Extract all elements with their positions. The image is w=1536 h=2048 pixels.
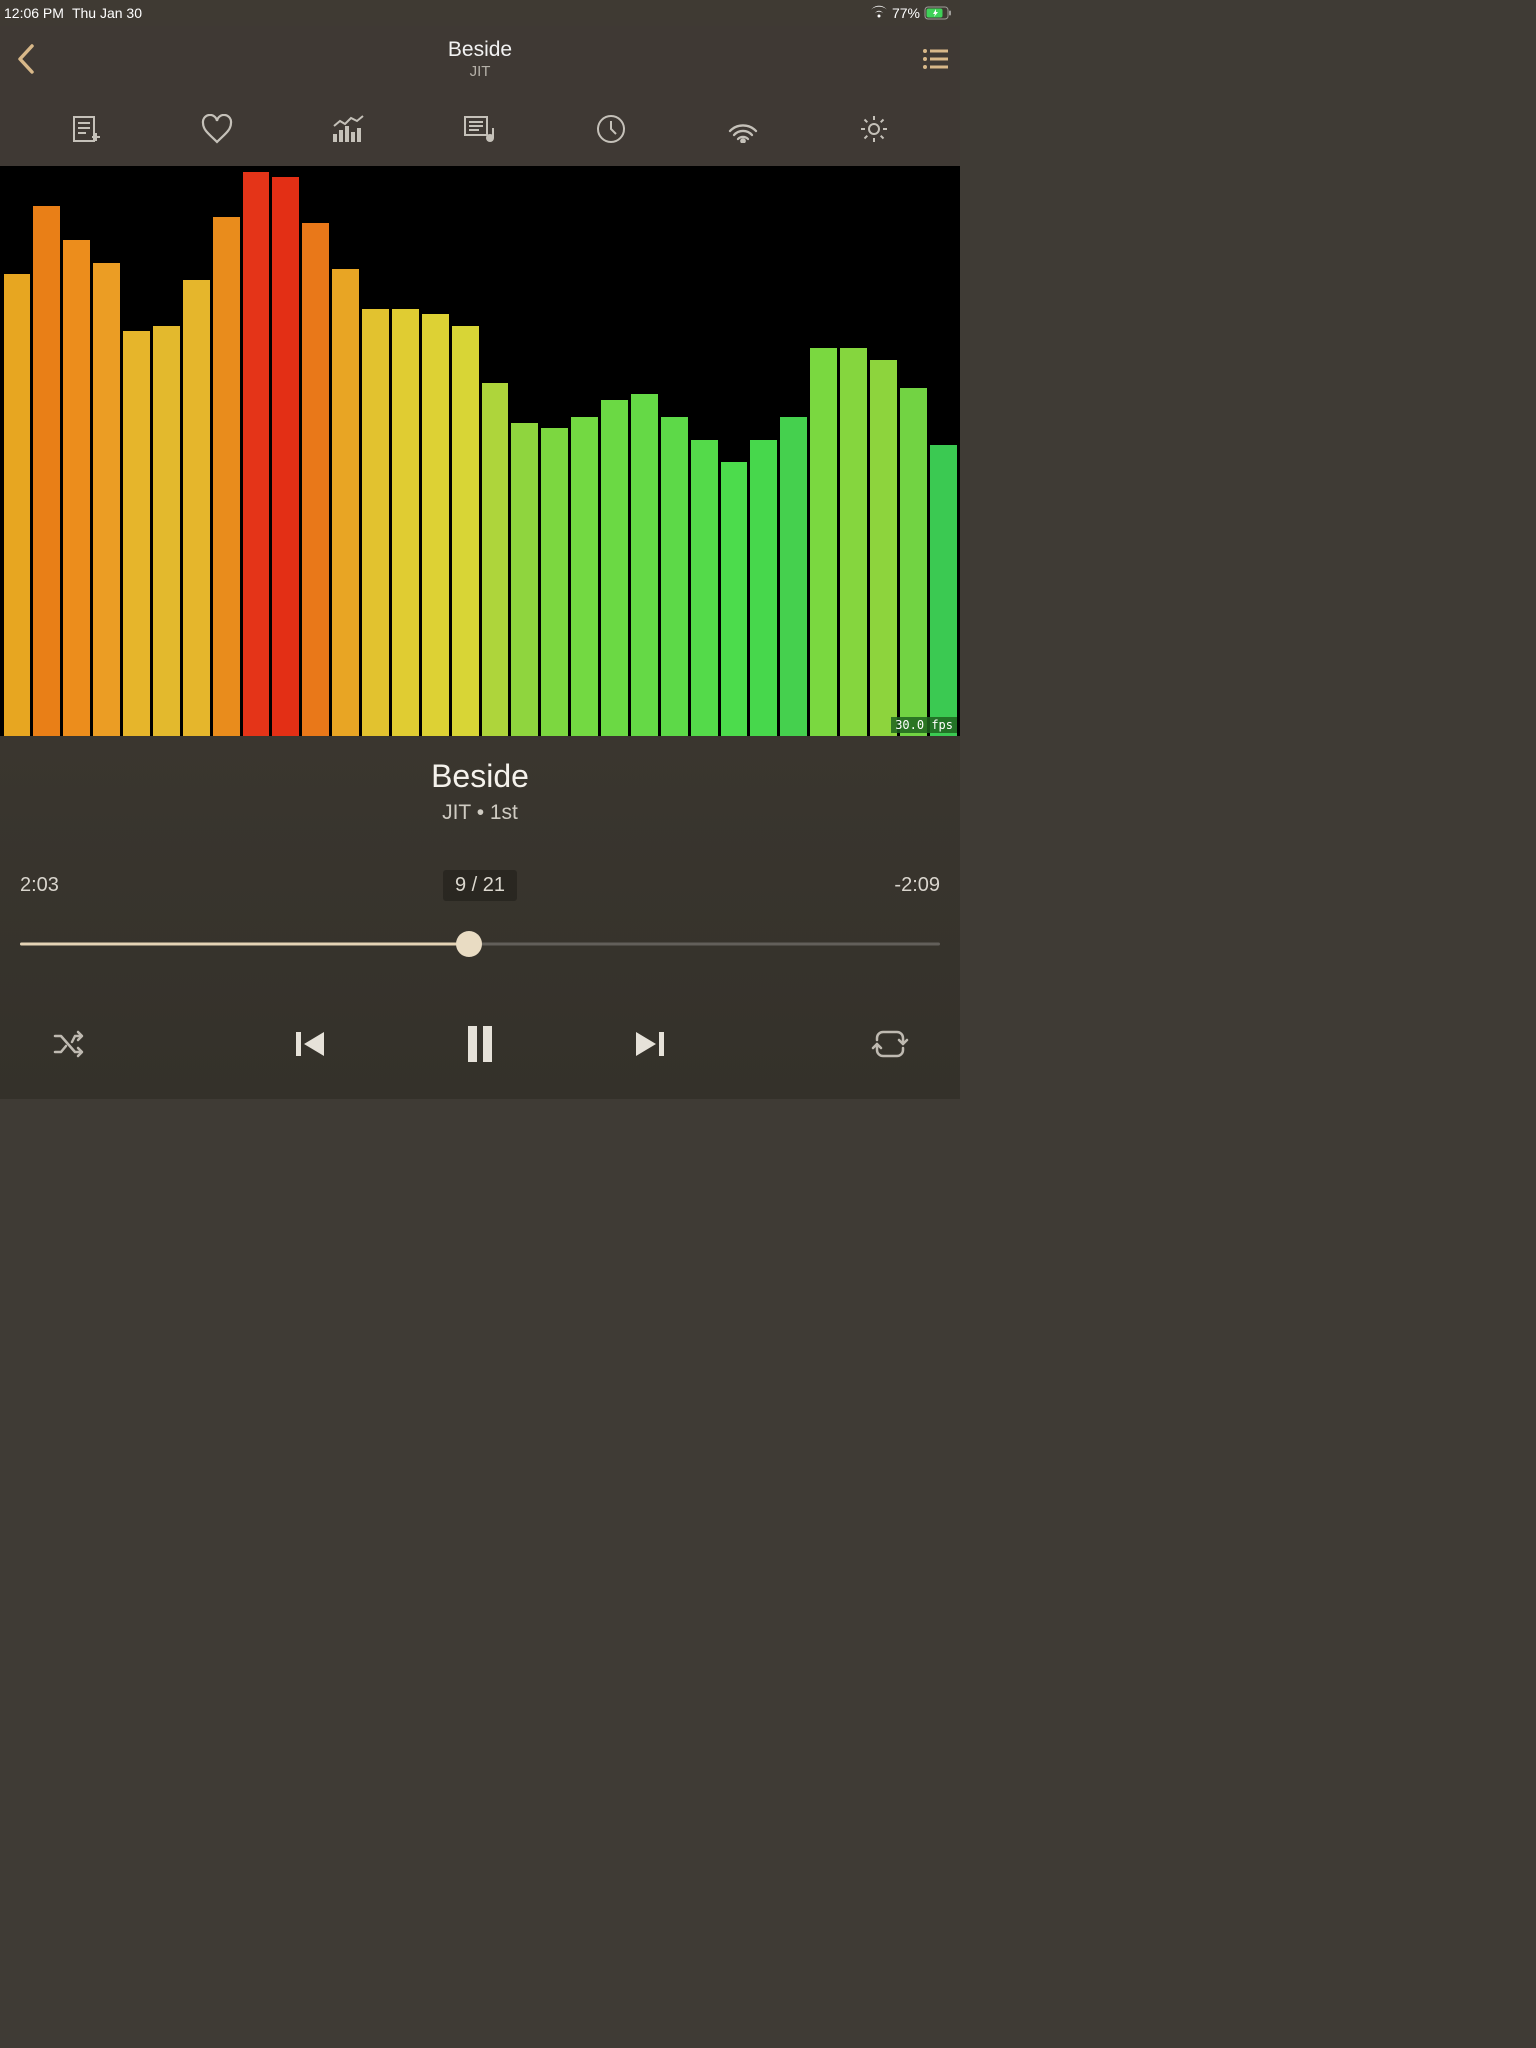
favorite-button[interactable] [192, 104, 242, 154]
visualizer-bar [302, 223, 329, 736]
visualizer-bar [93, 263, 120, 736]
status-time: 12:06 PM [4, 5, 64, 21]
visualizer-bar [721, 462, 748, 736]
previous-button[interactable] [265, 1009, 355, 1079]
visualizer-bar [930, 445, 957, 736]
battery-percent: 77% [892, 5, 920, 21]
header-track-title: Beside [448, 38, 512, 62]
toolbar [0, 91, 960, 166]
fps-counter: 30.0 fps [891, 717, 957, 733]
visualizer-bar [123, 331, 150, 736]
visualizer-bar [870, 360, 897, 736]
queue-button[interactable] [910, 36, 960, 81]
track-subtitle: JIT • 1st [20, 801, 940, 825]
visualizer-bar [631, 394, 658, 736]
visualizer-bar [661, 417, 688, 736]
shuffle-button[interactable] [35, 1014, 105, 1074]
visualizer-bar [183, 280, 210, 736]
visualizer-bar [4, 274, 31, 736]
visualizer-bar [243, 172, 270, 736]
visualizer-bar [332, 269, 359, 736]
visualizer-bar [272, 177, 299, 736]
visualizer-bar [392, 309, 419, 737]
track-title: Beside [20, 758, 940, 795]
header: Beside JIT [0, 26, 960, 91]
visualizer-bar [750, 440, 777, 736]
time-elapsed: 2:03 [20, 874, 140, 897]
track-counter[interactable]: 9 / 21 [443, 870, 517, 901]
playback-controls [20, 999, 940, 1099]
sleep-timer-button[interactable] [586, 104, 636, 154]
settings-button[interactable] [849, 104, 899, 154]
status-bar: 12:06 PM Thu Jan 30 77% [0, 0, 960, 26]
visualizer-bar [780, 417, 807, 736]
add-to-playlist-button[interactable] [61, 104, 111, 154]
visualizer-bar [571, 417, 598, 736]
wifi-icon [870, 5, 888, 21]
visualizer-bar [482, 383, 509, 736]
visualizer-bar [362, 309, 389, 737]
time-remaining: -2:09 [820, 874, 940, 897]
repeat-button[interactable] [855, 1014, 925, 1074]
airplay-button[interactable] [718, 104, 768, 154]
now-playing-panel: Beside JIT • 1st 2:03 9 / 21 -2:09 [0, 736, 960, 1099]
visualizer-bar [511, 423, 538, 737]
visualizer-bar [422, 314, 449, 736]
visualizer-bar [63, 240, 90, 736]
visualizer-bar [691, 440, 718, 736]
back-button[interactable] [0, 36, 50, 81]
visualizer-bar [840, 348, 867, 736]
visualizer-bar [810, 348, 837, 736]
visualizer-bar [601, 400, 628, 736]
visualizer-bar [153, 326, 180, 736]
header-title: Beside JIT [448, 38, 512, 80]
progress-slider[interactable] [20, 929, 940, 959]
lyrics-button[interactable] [455, 104, 505, 154]
equalizer-button[interactable] [324, 104, 374, 154]
header-track-subtitle: JIT [448, 63, 512, 80]
visualizer-bar [213, 217, 240, 736]
visualizer-bar [900, 388, 927, 736]
pause-button[interactable] [435, 1009, 525, 1079]
battery-icon [924, 6, 952, 20]
audio-visualizer[interactable]: 30.0 fps [0, 166, 960, 736]
status-date: Thu Jan 30 [72, 5, 142, 21]
next-button[interactable] [605, 1009, 695, 1079]
visualizer-bar [33, 206, 60, 736]
visualizer-bar [452, 326, 479, 736]
visualizer-bar [541, 428, 568, 736]
